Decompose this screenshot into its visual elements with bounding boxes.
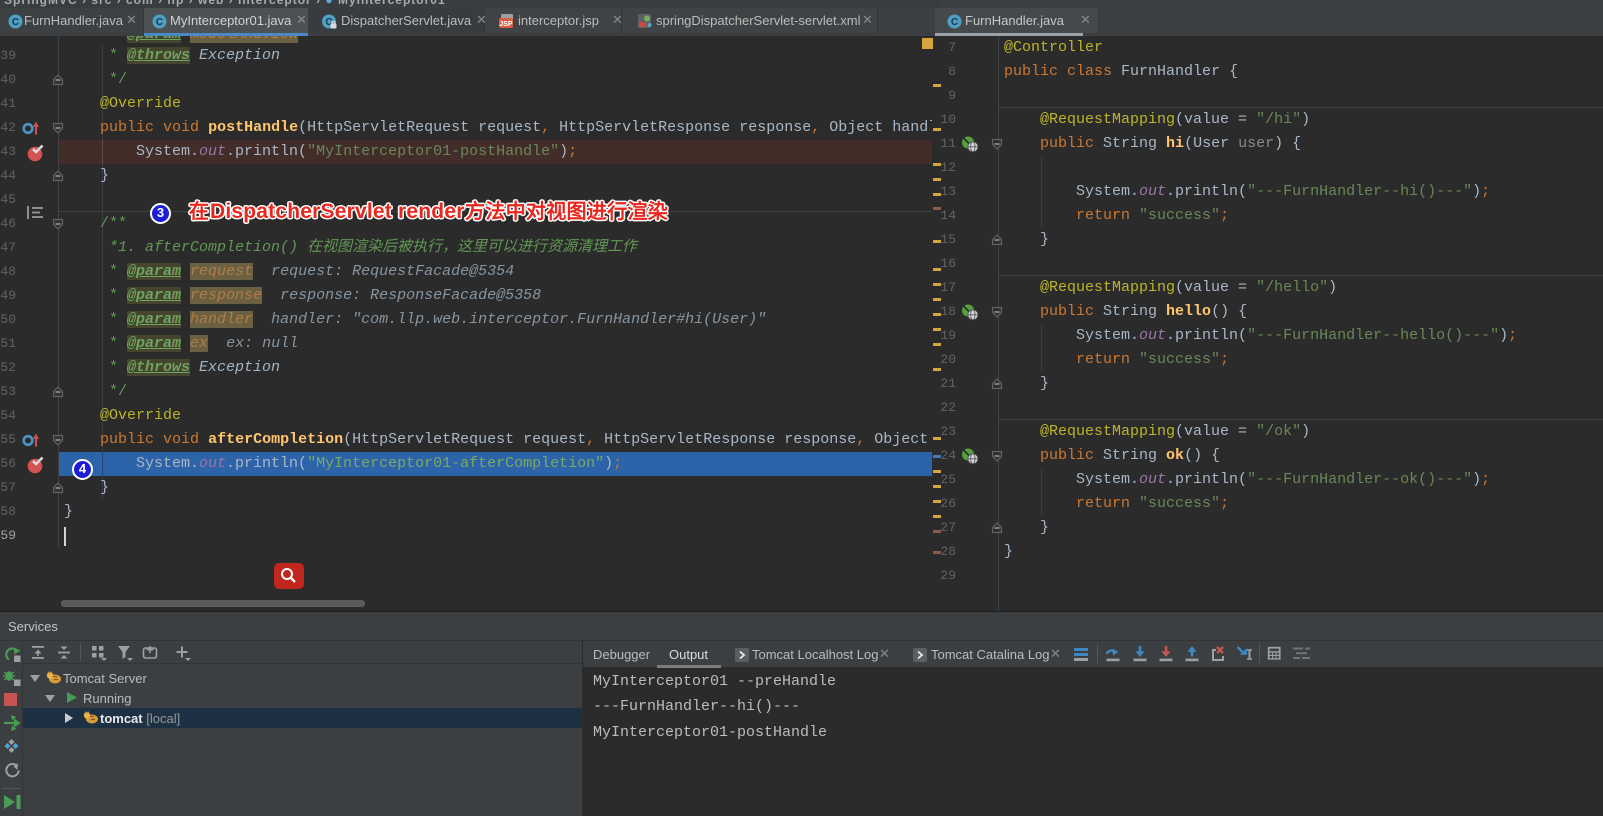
svg-text:C: C: [156, 17, 163, 28]
svg-text:JSP: JSP: [499, 21, 513, 28]
svg-text:C: C: [951, 17, 958, 28]
svg-text:C: C: [12, 17, 19, 28]
